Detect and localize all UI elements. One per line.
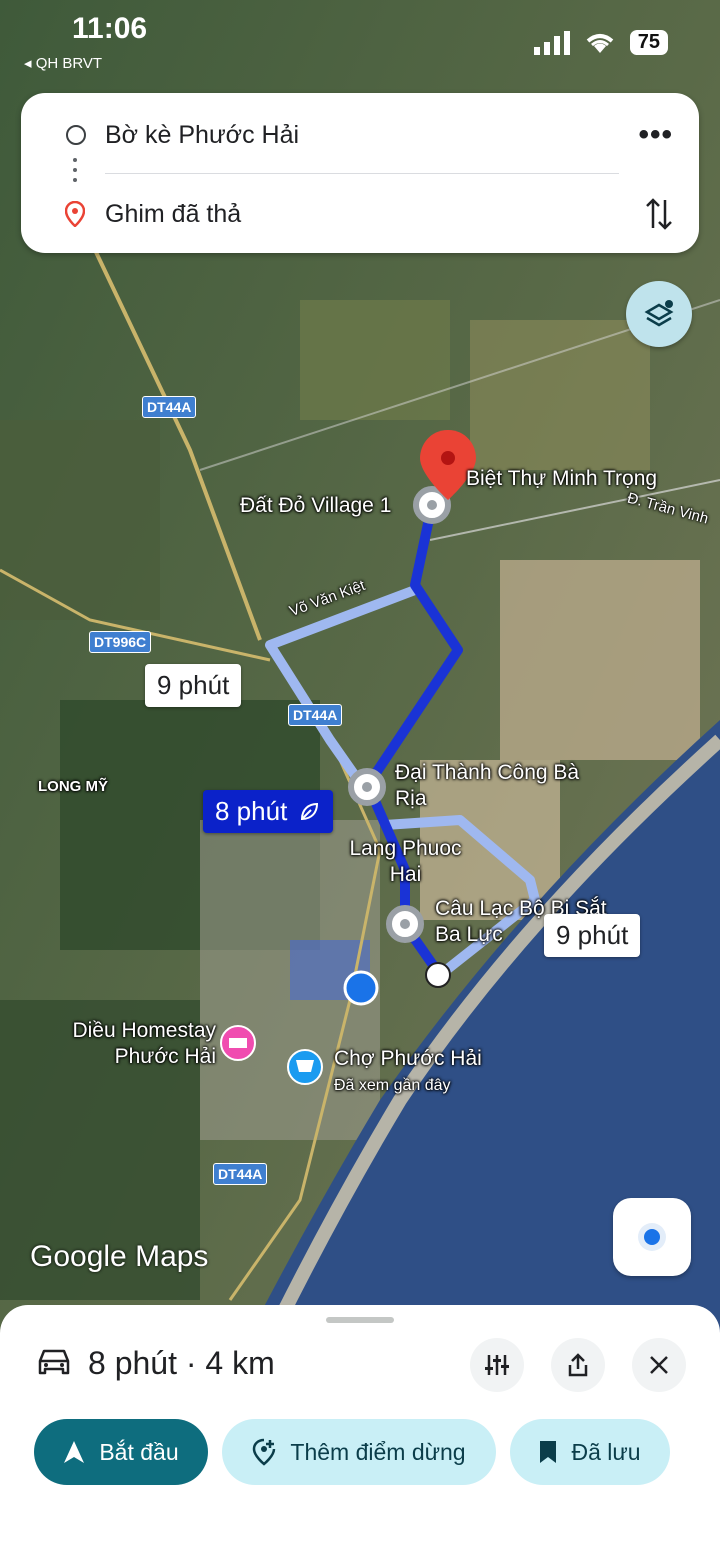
place-label: Lang Phuoc Hai — [349, 837, 462, 887]
close-icon — [650, 1356, 668, 1374]
destination-row[interactable]: Ghim đã thả — [21, 184, 699, 244]
layers-button[interactable] — [626, 281, 692, 347]
selected-route-time: 8 phút — [215, 796, 288, 826]
origin-text: Bờ kè Phước Hải — [105, 120, 300, 149]
share-button[interactable] — [551, 1338, 605, 1392]
selected-route-time-bubble[interactable]: 8 phút — [203, 790, 334, 833]
saved-button[interactable]: Đã lưu — [510, 1419, 670, 1485]
drag-handle[interactable] — [326, 1317, 394, 1323]
directions-card: Bờ kè Phước Hải ••• Ghim đã thả — [21, 93, 699, 253]
road-label: DT44A — [288, 704, 343, 726]
saved-label: Đã lưu — [571, 1438, 641, 1465]
place-label[interactable]: Đại Thành Công Bà Rịa — [395, 760, 610, 813]
place-label[interactable]: Diều Homestay Phước Hải — [46, 1018, 216, 1071]
eco-leaf-icon — [301, 802, 319, 820]
wifi-icon — [586, 33, 614, 53]
status-bar: 11:06 ◂ QH BRVT 75 — [0, 0, 720, 80]
add-stop-button[interactable]: Thêm điểm dừng — [222, 1419, 496, 1485]
share-icon — [568, 1353, 588, 1377]
add-stop-label: Thêm điểm dừng — [290, 1438, 466, 1465]
road-label: DT44A — [142, 396, 197, 418]
origin-circle-icon — [66, 125, 86, 145]
car-icon — [38, 1349, 70, 1375]
status-icons: 75 — [533, 30, 668, 55]
signal-icon — [533, 30, 570, 55]
place-label[interactable]: Đất Đỏ Village 1 — [240, 493, 391, 519]
road-label: DT44A — [213, 1163, 268, 1185]
swap-icon[interactable] — [645, 196, 673, 232]
start-navigation-button[interactable]: Bắt đầu — [34, 1419, 208, 1485]
my-location-icon — [638, 1223, 666, 1251]
divider — [105, 173, 619, 174]
alt-route-time-bubble[interactable]: 9 phút — [544, 914, 641, 957]
more-options-icon[interactable]: ••• — [638, 118, 673, 152]
route-bottom-sheet: 8 phút · 4 km Bắt đầu Thêm điểm dừng Đã … — [0, 1305, 720, 1557]
battery-indicator: 75 — [629, 30, 668, 55]
road-label: DT996C — [89, 631, 152, 653]
place-label[interactable]: Biệt Thự Minh Trọng — [466, 466, 657, 492]
my-location-button[interactable] — [613, 1198, 691, 1276]
pin-icon — [65, 201, 85, 227]
current-location-dot — [343, 970, 379, 1006]
area-label: LONG MỸ — [38, 778, 108, 795]
start-label: Bắt đầu — [99, 1438, 179, 1465]
route-options-button[interactable] — [470, 1338, 524, 1392]
status-time: 11:06 — [72, 12, 148, 45]
google-maps-logo: Google Maps — [30, 1240, 209, 1273]
bookmark-icon — [540, 1441, 557, 1463]
destination-text: Ghim đã thả — [105, 199, 242, 228]
status-carrier: ◂ QH BRVT — [24, 55, 103, 72]
add-location-icon — [253, 1438, 276, 1466]
origin-row[interactable]: Bờ kè Phước Hải ••• — [21, 105, 699, 165]
alt-route-time-bubble[interactable]: 9 phút — [145, 664, 242, 707]
layers-icon — [644, 300, 674, 327]
close-button[interactable] — [632, 1338, 686, 1392]
navigation-arrow-icon — [64, 1441, 85, 1463]
place-label[interactable]: Chợ Phước Hải — [334, 1046, 482, 1072]
recently-viewed-label: Đã xem gần đây — [334, 1077, 451, 1094]
route-summary: 8 phút · 4 km — [88, 1345, 275, 1381]
route-start-dot — [425, 962, 451, 988]
tune-icon — [485, 1355, 509, 1375]
